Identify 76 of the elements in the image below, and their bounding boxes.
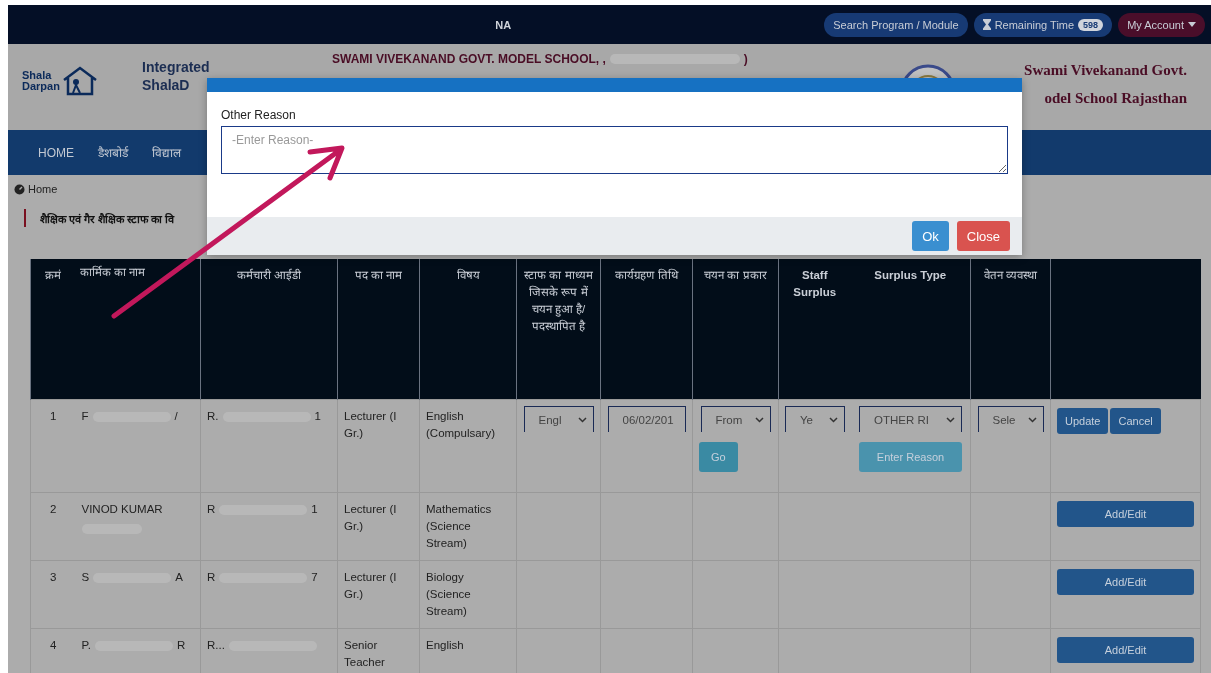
- action-button[interactable]: Update: [1057, 408, 1109, 434]
- table-cell: 2: [30, 492, 76, 561]
- remaining-time-button[interactable]: Remaining Time 598: [973, 12, 1113, 37]
- table-cell: Biology (Science Stream): [419, 560, 517, 629]
- id-text: 1: [314, 409, 321, 424]
- date-input[interactable]: 06/02/201: [607, 406, 686, 432]
- caret-icon: [1027, 416, 1037, 423]
- caret-icon: [829, 416, 838, 423]
- selection-select[interactable]: From: [700, 406, 771, 432]
- nav-link[interactable]: HOME: [38, 145, 74, 160]
- name-text: VINOD KUMAR: [81, 502, 163, 517]
- name-text: R: [176, 638, 186, 653]
- search-button[interactable]: Search Program / Module: [824, 12, 968, 37]
- school-name: SWAMI VIVEKANAND GOVT. MODEL SCHOOL, ,: [332, 52, 606, 66]
- action-button[interactable]: Add/Edit: [1057, 637, 1194, 663]
- table-cell: 3: [30, 560, 76, 629]
- name-text: A: [175, 570, 183, 585]
- name-text: /: [174, 409, 178, 424]
- column-header: पद का नाम: [337, 259, 420, 400]
- id-text: 1: [311, 502, 318, 517]
- caret-icon: [754, 416, 764, 423]
- hourglass-icon: [982, 19, 991, 30]
- dashboard-icon: [14, 183, 25, 195]
- status-text: NA: [494, 18, 513, 31]
- account-menu[interactable]: My Account: [1118, 12, 1205, 37]
- column-header: स्टाफ का माध्यम जिसके रूप में चयन हुआ है/ पदस्थापित है: [516, 259, 601, 400]
- dialog-button[interactable]: Ok: [912, 221, 949, 251]
- table-cell: English (Compulsary): [419, 399, 517, 493]
- breadcrumb-link[interactable]: Home: [28, 183, 58, 195]
- column-header: कार्यग्रहण तिथि: [600, 259, 693, 400]
- action-button[interactable]: Add/Edit: [1057, 501, 1194, 527]
- caret-icon: [1188, 22, 1196, 27]
- brand-text: odel School Rajasthan: [1044, 89, 1187, 108]
- table-cell: Lecturer (I Gr.): [337, 492, 420, 561]
- reason-field[interactable]: -Enter Reason-: [221, 126, 1008, 174]
- column-header: क्रमं: [30, 259, 76, 400]
- id-text: R: [207, 570, 216, 585]
- name-text: P.: [81, 638, 91, 653]
- action-button[interactable]: Add/Edit: [1057, 569, 1194, 595]
- name-text: F: [81, 409, 89, 424]
- portal-title: Integrated ShalaD: [142, 58, 211, 94]
- column-header: चयन का प्रकार: [692, 259, 779, 400]
- logo-text: Shala Darpan: [22, 70, 60, 92]
- column-header: Staff Surplus: [778, 259, 851, 400]
- dialog-button[interactable]: Close: [956, 221, 1010, 251]
- nav-link[interactable]: विद्याल: [152, 144, 181, 161]
- id-text: R...: [207, 638, 225, 653]
- surplus-select[interactable]: Ye: [785, 406, 845, 432]
- id-text: 7: [311, 570, 318, 585]
- school-name: ): [743, 52, 748, 66]
- caret-icon: [577, 416, 587, 423]
- column-header: वेतन व्यवस्था: [970, 259, 1051, 400]
- column-header: विषय: [419, 259, 517, 400]
- table-cell: Lecturer (I Gr.): [337, 560, 420, 629]
- salary-select[interactable]: Sele: [977, 406, 1044, 432]
- table-cell: Mathematics (Science Stream): [419, 492, 517, 561]
- caret-icon: [946, 416, 955, 423]
- surplus-type-select[interactable]: OTHER RI: [859, 406, 962, 432]
- table-cell: 1: [30, 399, 76, 493]
- column-header: Surplus Type: [850, 259, 971, 400]
- id-text: R: [207, 502, 216, 517]
- brand-text: Swami Vivekanand Govt.: [1024, 61, 1187, 80]
- page-title: शैक्षिक एवं गैर शैक्षिक स्टाफ का वि: [40, 211, 175, 226]
- house-logo-icon: [61, 66, 98, 96]
- medium-select[interactable]: Engl: [523, 406, 594, 432]
- count-badge: 598: [1078, 18, 1104, 31]
- column-header: कार्मिक का नाम: [75, 259, 201, 400]
- field-label: Other Reason: [221, 108, 297, 122]
- remaining-time-label: Remaining Time: [994, 18, 1075, 31]
- name-text: S: [81, 570, 90, 585]
- nav-link[interactable]: डैशबोर्ड: [98, 144, 128, 161]
- go-button[interactable]: Go: [699, 442, 738, 472]
- action-button[interactable]: Cancel: [1110, 408, 1161, 434]
- column-header: कर्मचारी आईडी: [200, 259, 338, 400]
- id-text: R.: [207, 409, 219, 424]
- table-cell: Lecturer (I Gr.): [337, 399, 420, 493]
